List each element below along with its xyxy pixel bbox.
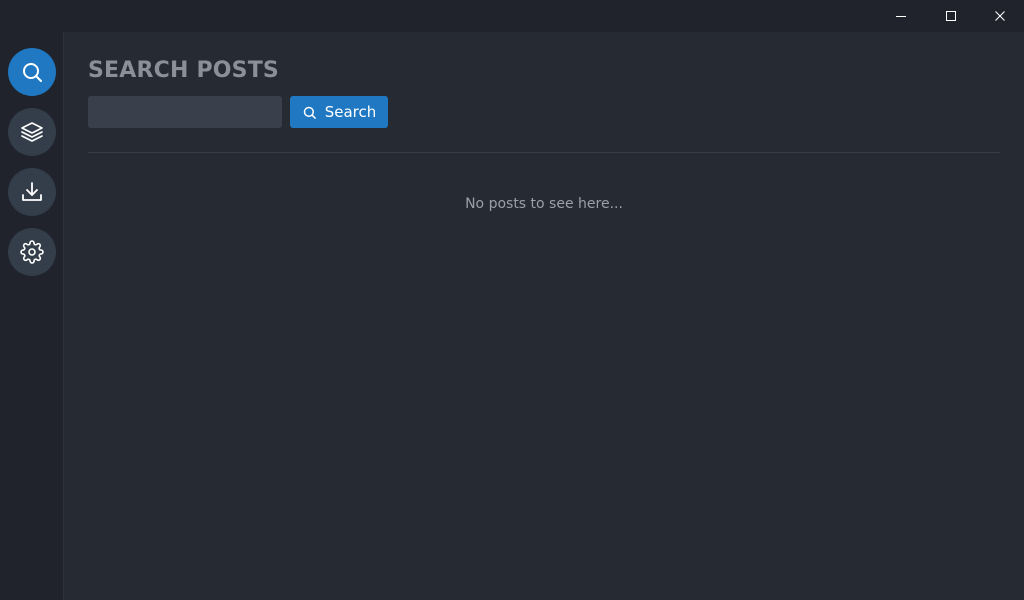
search-icon: [303, 106, 316, 119]
title-bar: [0, 0, 1024, 32]
empty-message: No posts to see here...: [465, 196, 623, 212]
search-icon: [23, 63, 42, 82]
search-button-label: Search: [324, 103, 377, 121]
sidebar-item-layers[interactable]: [8, 108, 56, 156]
search-button[interactable]: Search: [290, 96, 388, 128]
download-icon: [22, 182, 42, 201]
divider: [88, 152, 1000, 153]
page-title: SEARCH POSTS: [88, 58, 279, 83]
maximize-button[interactable]: [928, 0, 974, 32]
sidebar-item-search[interactable]: [8, 48, 56, 96]
main-content: SEARCH POSTS Search No posts to see here…: [64, 32, 1024, 600]
sidebar-item-downloads[interactable]: [8, 168, 56, 216]
close-button[interactable]: [977, 0, 1023, 32]
minimize-icon: [896, 16, 906, 17]
sidebar-item-settings[interactable]: [8, 228, 56, 276]
layers-icon: [21, 122, 43, 142]
minimize-button[interactable]: [878, 0, 924, 32]
gear-icon: [20, 240, 44, 264]
close-icon: [995, 11, 1005, 21]
maximize-icon: [946, 11, 956, 21]
sidebar: [0, 32, 64, 600]
search-input[interactable]: [88, 96, 282, 128]
